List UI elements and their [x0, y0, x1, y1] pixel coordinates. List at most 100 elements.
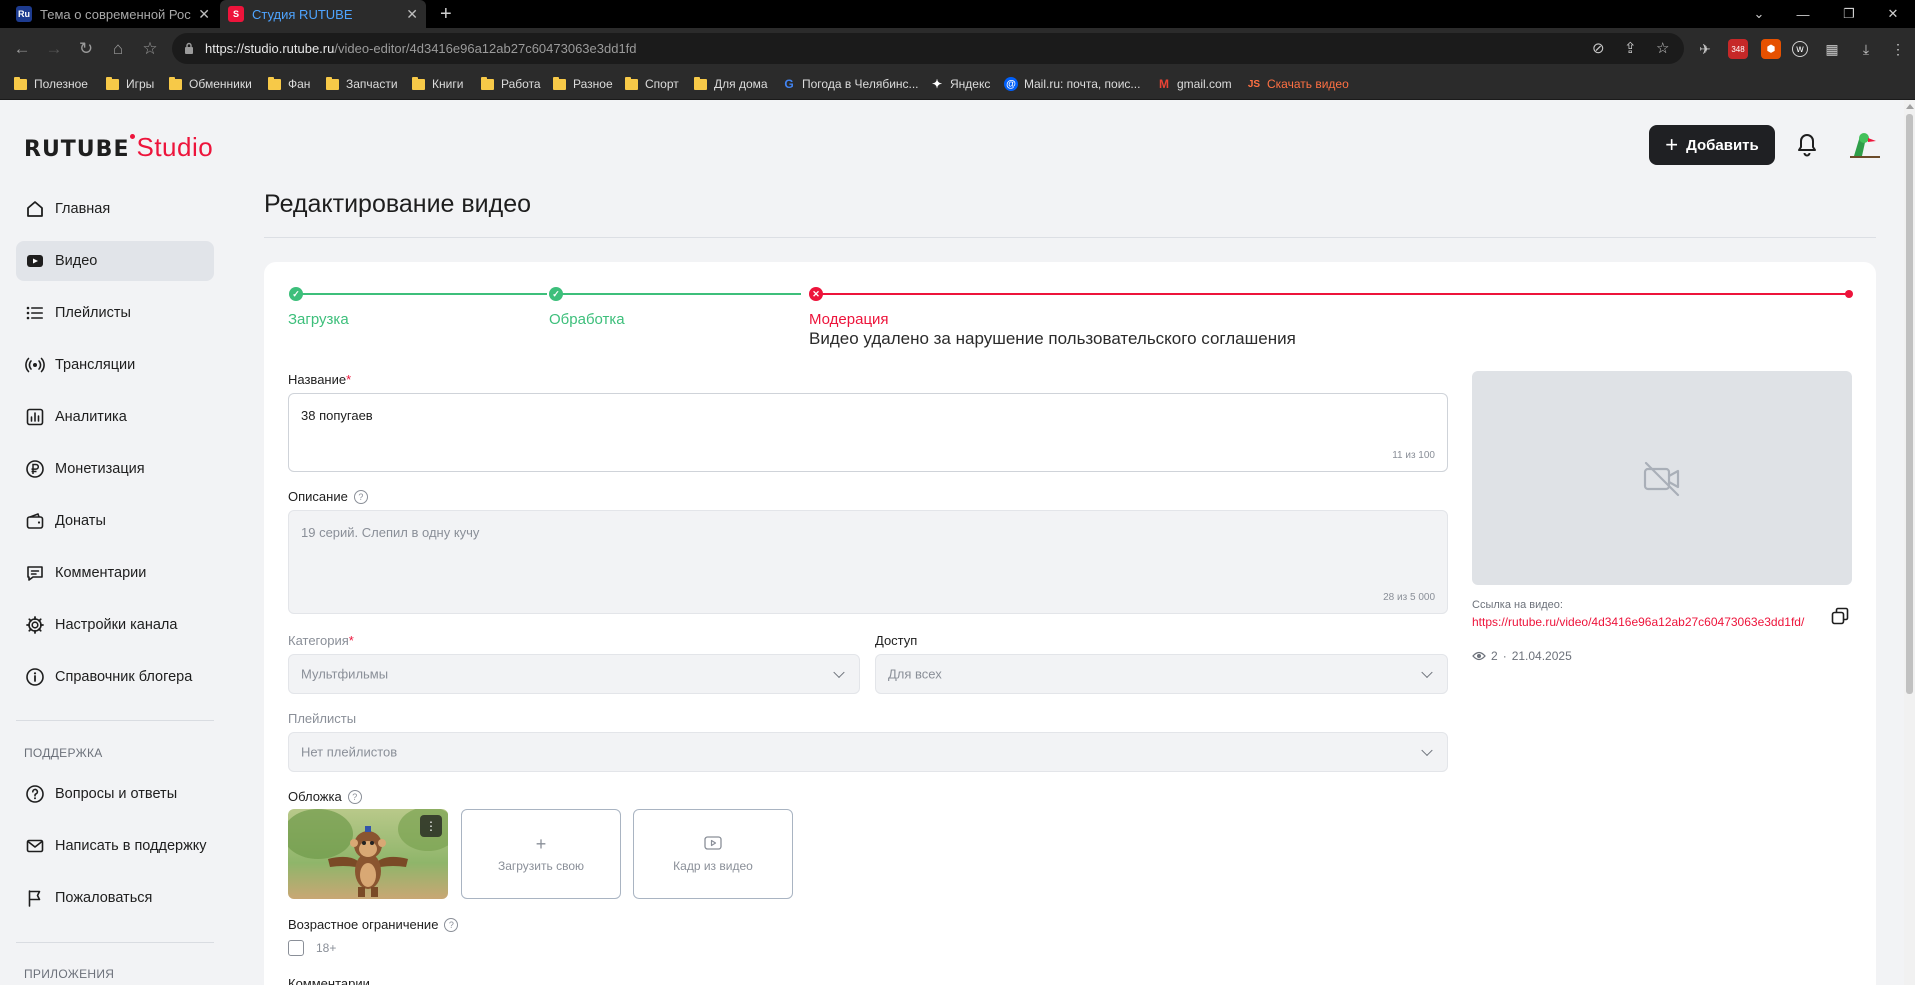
browser-tab-active[interactable]: S Студия RUTUBE ✕: [220, 0, 426, 28]
upload-cover-button[interactable]: + Загрузить свою: [461, 809, 621, 899]
bookmark-folder[interactable]: Работа: [481, 76, 541, 91]
frame-from-video-button[interactable]: Кадр из видео: [633, 809, 793, 899]
reload-icon[interactable]: ↻: [74, 37, 98, 61]
rutube-favicon-icon: Ru: [16, 6, 32, 22]
description-value: 19 серий. Слепил в одну кучу: [301, 525, 480, 540]
bookmark-label: Разное: [573, 77, 613, 91]
minimize-icon[interactable]: —: [1780, 0, 1826, 28]
download-icon[interactable]: ⤓: [1856, 39, 1876, 59]
bookmark-label: Спорт: [645, 77, 679, 91]
extensions-puzzle-icon[interactable]: ▦: [1822, 39, 1842, 59]
sidebar-item-comments[interactable]: Комментарии: [16, 553, 214, 593]
help-icon[interactable]: ?: [347, 789, 362, 804]
menu-dots-icon[interactable]: ⋮: [1888, 39, 1908, 59]
sidebar-item-contact-support[interactable]: Написать в поддержку: [16, 826, 214, 866]
sidebar-item-label: Пожаловаться: [55, 890, 153, 906]
extension-icon[interactable]: ✈: [1695, 39, 1715, 59]
tab-search-icon[interactable]: ⌄: [1736, 0, 1782, 28]
bookmark-folder[interactable]: Книги: [412, 76, 463, 91]
bookmark-folder[interactable]: Игры: [106, 76, 154, 91]
playlists-value: Нет плейлистов: [301, 744, 398, 760]
tracking-eye-icon[interactable]: ⊘: [1592, 39, 1605, 57]
sidebar-item-blogger-guide[interactable]: Справочник блогера: [16, 657, 214, 697]
folder-icon: [412, 76, 425, 90]
age-18-label: 18+: [316, 941, 337, 955]
name-field[interactable]: 38 попугаев 11 из 100: [288, 393, 1448, 472]
sidebar-item-faq[interactable]: Вопросы и ответы: [16, 774, 214, 814]
close-window-icon[interactable]: ✕: [1870, 0, 1915, 28]
bookmark-folder[interactable]: Полезное: [14, 76, 88, 91]
description-field[interactable]: 19 серий. Слепил в одну кучу 28 из 5 000: [288, 510, 1448, 614]
restore-icon[interactable]: ❐: [1826, 0, 1872, 28]
sidebar-item-broadcasts[interactable]: Трансляции: [16, 345, 214, 385]
sidebar-item-video[interactable]: Видео: [16, 241, 214, 281]
sidebar-item-report[interactable]: Пожаловаться: [16, 878, 214, 918]
video-link[interactable]: https://rutube.ru/video/4d3416e96a12ab27…: [1472, 615, 1817, 629]
playlists-select[interactable]: Нет плейлистов: [288, 732, 1448, 772]
avatar[interactable]: [1846, 130, 1880, 160]
close-tab-icon[interactable]: ✕: [406, 6, 418, 23]
upload-date: 21.04.2025: [1511, 649, 1572, 663]
tab-title: Студия RUTUBE: [252, 6, 353, 22]
extension-icon[interactable]: ⬢: [1761, 39, 1781, 59]
sidebar-item-channel-settings[interactable]: Настройки канала: [16, 605, 214, 645]
address-bar[interactable]: https://studio.rutube.ru/video-editor/4d…: [172, 33, 1684, 64]
extension-icon[interactable]: w: [1792, 41, 1808, 57]
rutube-studio-logo[interactable]: RUTUBE Studio: [24, 132, 213, 163]
bookmark-folder[interactable]: Обменники: [169, 76, 252, 91]
bookmark-star-icon[interactable]: ☆: [138, 37, 162, 61]
bookmark-label: Запчасти: [346, 77, 398, 91]
sidebar-item-label: Аналитика: [55, 409, 127, 425]
copy-icon[interactable]: [1830, 606, 1850, 626]
browser-tab[interactable]: Ru Тема о современной Рос ✕: [8, 0, 218, 28]
scrollbar-thumb[interactable]: [1906, 114, 1913, 694]
bookmark-link[interactable]: JS Скачать видео: [1247, 77, 1349, 91]
bell-icon[interactable]: [1795, 132, 1819, 158]
bookmark-label: Работа: [501, 77, 541, 91]
age-18-checkbox[interactable]: [288, 940, 304, 956]
add-button[interactable]: + Добавить: [1649, 125, 1775, 165]
category-select[interactable]: Мультфильмы: [288, 654, 860, 694]
sidebar-item-donations[interactable]: Донаты: [16, 501, 214, 541]
sidebar-divider: [16, 720, 214, 721]
bookmark-folder[interactable]: Для дома: [694, 76, 768, 91]
help-icon[interactable]: ?: [444, 917, 459, 932]
help-icon[interactable]: ?: [353, 489, 368, 504]
js-icon: JS: [1247, 78, 1261, 90]
required-asterisk: *: [348, 633, 354, 648]
bookmark-link[interactable]: G Погода в Челябинс...: [782, 77, 918, 91]
sidebar-item-label: Комментарии: [55, 565, 147, 581]
new-tab-icon[interactable]: +: [440, 3, 452, 26]
sidebar-item-home[interactable]: Главная: [16, 189, 214, 229]
folder-icon: [169, 76, 182, 90]
comments-label-text: Комментарии: [288, 976, 370, 985]
page-scrollbar[interactable]: [1904, 100, 1915, 985]
extension-badge-icon[interactable]: 348: [1728, 39, 1748, 59]
views-count: 2: [1491, 649, 1498, 663]
bookmark-folder[interactable]: Запчасти: [326, 76, 398, 91]
bookmark-link[interactable]: ✦ Яндекс: [930, 77, 990, 91]
cover-thumbnail[interactable]: ⋮: [288, 809, 448, 899]
url-text[interactable]: https://studio.rutube.ru/video-editor/4d…: [205, 41, 637, 56]
access-select[interactable]: Для всех: [875, 654, 1448, 694]
sidebar-item-monetization[interactable]: Монетизация: [16, 449, 214, 489]
bookmark-folder[interactable]: Фан: [268, 76, 310, 91]
close-tab-icon[interactable]: ✕: [198, 6, 210, 23]
back-icon[interactable]: ←: [10, 37, 34, 61]
bookmark-link[interactable]: Mgmail.com: [1157, 77, 1232, 91]
sidebar-item-analytics[interactable]: Аналитика: [16, 397, 214, 437]
bookmark-folder[interactable]: Спорт: [625, 76, 679, 91]
more-options-icon[interactable]: ⋮: [420, 815, 442, 837]
bookmark-link[interactable]: @ Mail.ru: почта, поис...: [1004, 77, 1140, 91]
home-page-icon[interactable]: ⌂: [106, 37, 130, 61]
share-icon[interactable]: ⇪: [1624, 39, 1637, 57]
required-asterisk: *: [346, 372, 352, 387]
bookmark-folder[interactable]: Разное: [553, 76, 613, 91]
scroll-up-arrow-icon[interactable]: [1906, 104, 1914, 109]
sidebar-item-playlists[interactable]: Плейлисты: [16, 293, 214, 333]
star-icon[interactable]: ☆: [1656, 39, 1669, 57]
video-icon: [24, 250, 46, 272]
info-icon: [24, 666, 46, 688]
forward-icon[interactable]: →: [42, 37, 66, 61]
page-title: Редактирование видео: [264, 190, 532, 218]
